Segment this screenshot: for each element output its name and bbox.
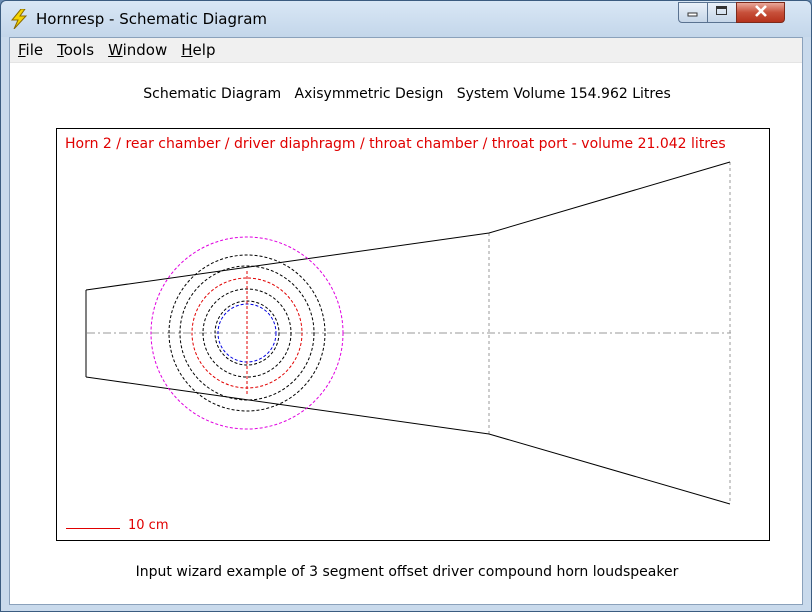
horn-lower-wall: [85, 376, 731, 505]
menu-help-label: elp: [192, 41, 216, 59]
scale-label: 10 cm: [128, 518, 169, 533]
minimize-icon: [687, 4, 699, 22]
title-bar[interactable]: Hornresp - Schematic Diagram: [1, 1, 811, 37]
menu-help[interactable]: Help: [181, 41, 215, 59]
schematic-drawing: [85, 161, 731, 505]
scale-bar: [66, 528, 120, 529]
main-window: Hornresp - Schematic Diagram File Tools …: [0, 0, 812, 612]
diagram-heading: Schematic Diagram Axisymmetric Design Sy…: [143, 86, 671, 102]
menu-tools-label: ools: [63, 41, 95, 59]
menu-help-mnemonic: H: [181, 41, 193, 59]
menu-window[interactable]: Window: [108, 41, 167, 59]
menu-window-label: indow: [122, 41, 168, 59]
close-icon: [754, 4, 768, 22]
menu-bar: File Tools Window Help: [10, 38, 802, 63]
menu-tools-mnemonic: T: [57, 41, 64, 59]
menu-file[interactable]: File: [18, 41, 43, 59]
menu-tools[interactable]: Tools: [57, 41, 94, 59]
menu-file-label: ile: [25, 41, 44, 59]
menu-file-mnemonic: F: [18, 41, 26, 59]
diagram-caption: Horn 2 / rear chamber / driver diaphragm…: [65, 136, 726, 152]
menu-window-mnemonic: W: [108, 41, 123, 59]
window-title: Hornresp - Schematic Diagram: [36, 10, 267, 28]
client-area: File Tools Window Help Schematic Diagram…: [9, 37, 803, 605]
diagram-footer: Input wizard example of 3 segment offset…: [135, 564, 679, 580]
minimize-button[interactable]: [678, 2, 708, 23]
lightning-bolt-icon: [10, 8, 28, 30]
schematic-diagram: Horn 2 / rear chamber / driver diaphragm…: [56, 128, 770, 541]
maximize-button[interactable]: [707, 2, 737, 23]
maximize-icon: [715, 4, 729, 22]
horn-upper-wall: [85, 161, 731, 291]
close-button[interactable]: [736, 2, 785, 23]
